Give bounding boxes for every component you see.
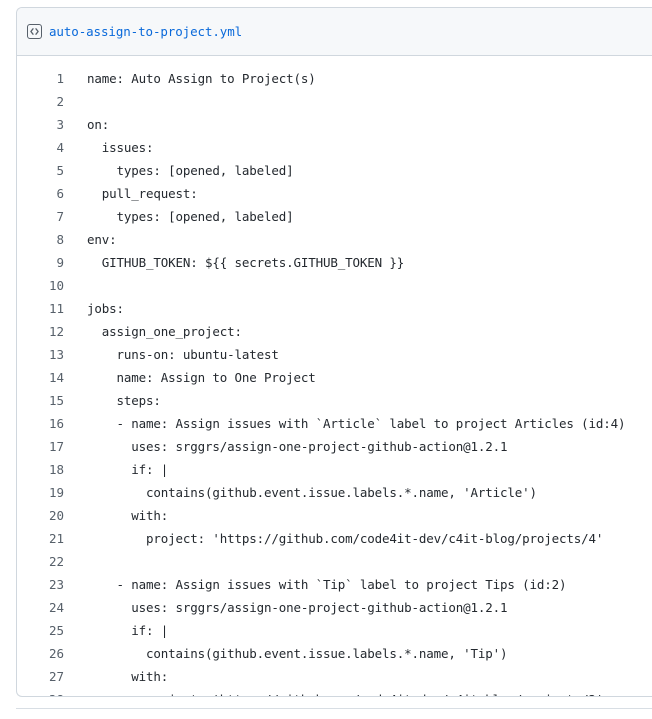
code-line: 13 runs-on: ubuntu-latest <box>17 343 652 366</box>
line-number[interactable]: 10 <box>17 278 64 293</box>
code-line: 9 GITHUB_TOKEN: ${{ secrets.GITHUB_TOKEN… <box>17 251 652 274</box>
code-line: 10 <box>17 274 652 297</box>
line-number[interactable]: 1 <box>17 71 64 86</box>
line-number[interactable]: 22 <box>17 554 64 569</box>
line-code: pull_request: <box>87 186 198 201</box>
line-code: types: [opened, labeled] <box>87 209 294 224</box>
line-number[interactable]: 28 <box>17 692 64 696</box>
line-code: GITHUB_TOKEN: ${{ secrets.GITHUB_TOKEN }… <box>87 255 405 270</box>
line-number[interactable]: 2 <box>17 94 64 109</box>
code-line: 3 on: <box>17 113 652 136</box>
line-number[interactable]: 11 <box>17 301 64 316</box>
line-number[interactable]: 27 <box>17 669 64 684</box>
code-line: 24 uses: srggrs/assign-one-project-githu… <box>17 596 652 619</box>
code-line: 25 if: | <box>17 619 652 642</box>
line-code: runs-on: ubuntu-latest <box>87 347 279 362</box>
line-code: name: Auto Assign to Project(s) <box>87 71 316 86</box>
line-code: uses: srggrs/assign-one-project-github-a… <box>87 439 508 454</box>
line-number[interactable]: 23 <box>17 577 64 592</box>
code-line: 7 types: [opened, labeled] <box>17 205 652 228</box>
code-line: 21 project: 'https://github.com/code4it-… <box>17 527 652 550</box>
line-code: with: <box>87 508 169 523</box>
line-number[interactable]: 20 <box>17 508 64 523</box>
code-line: 1 name: Auto Assign to Project(s) <box>17 67 652 90</box>
file-viewer: auto-assign-to-project.yml 1 name: Auto A… <box>16 7 652 697</box>
line-code: name: Assign to One Project <box>87 370 316 385</box>
code-line: 11 jobs: <box>17 297 652 320</box>
file-header: auto-assign-to-project.yml <box>17 8 652 56</box>
line-number[interactable]: 3 <box>17 117 64 132</box>
line-number[interactable]: 17 <box>17 439 64 454</box>
code-line: 23 - name: Assign issues with `Tip` labe… <box>17 573 652 596</box>
code-line: 20 with: <box>17 504 652 527</box>
code-line: 5 types: [opened, labeled] <box>17 159 652 182</box>
line-code: - name: Assign issues with `Tip` label t… <box>87 577 567 592</box>
code-file-icon <box>27 24 42 39</box>
line-number[interactable]: 26 <box>17 646 64 661</box>
line-code: if: | <box>87 623 169 638</box>
line-number[interactable]: 8 <box>17 232 64 247</box>
line-code: with: <box>87 669 169 684</box>
code-line: 27 with: <box>17 665 652 688</box>
line-code: - name: Assign issues with `Article` lab… <box>87 416 626 431</box>
line-number[interactable]: 9 <box>17 255 64 270</box>
line-code: jobs: <box>87 301 124 316</box>
line-number[interactable]: 7 <box>17 209 64 224</box>
code-line: 22 <box>17 550 652 573</box>
line-number[interactable]: 19 <box>17 485 64 500</box>
line-number[interactable]: 13 <box>17 347 64 362</box>
line-code: types: [opened, labeled] <box>87 163 294 178</box>
code-line: 14 name: Assign to One Project <box>17 366 652 389</box>
line-code: project: 'https://github.com/code4it-dev… <box>64 692 603 696</box>
line-code: assign_one_project: <box>87 324 242 339</box>
line-code: contains(github.event.issue.labels.*.nam… <box>87 646 508 661</box>
code-line: 2 <box>17 90 652 113</box>
line-number[interactable]: 14 <box>17 370 64 385</box>
code-line: 26 contains(github.event.issue.labels.*.… <box>17 642 652 665</box>
code-line: 8 env: <box>17 228 652 251</box>
line-code: on: <box>87 117 110 132</box>
code-line: 16 - name: Assign issues with `Article` … <box>17 412 652 435</box>
line-number[interactable]: 15 <box>17 393 64 408</box>
line-number[interactable]: 24 <box>17 600 64 615</box>
line-number[interactable]: 4 <box>17 140 64 155</box>
line-number[interactable]: 6 <box>17 186 64 201</box>
line-number[interactable]: 5 <box>17 163 64 178</box>
code-line: 17 uses: srggrs/assign-one-project-githu… <box>17 435 652 458</box>
code-body: 1 name: Auto Assign to Project(s) 2 3 on: 4 i… <box>17 56 652 696</box>
code-line: 15 steps: <box>17 389 652 412</box>
line-code: uses: srggrs/assign-one-project-github-a… <box>87 600 508 615</box>
code-line: 28 project: 'https://github.com/code4it-… <box>17 688 652 696</box>
code-line: 19 contains(github.event.issue.labels.*.… <box>17 481 652 504</box>
code-line: 4 issues: <box>17 136 652 159</box>
divider <box>16 708 652 709</box>
line-code: if: | <box>87 462 169 477</box>
code-line: 18 if: | <box>17 458 652 481</box>
line-number[interactable]: 12 <box>17 324 64 339</box>
file-name-link[interactable]: auto-assign-to-project.yml <box>49 24 242 39</box>
line-code: steps: <box>87 393 161 408</box>
line-code: env: <box>87 232 117 247</box>
line-number[interactable]: 21 <box>17 531 64 546</box>
line-number[interactable]: 18 <box>17 462 64 477</box>
line-code: contains(github.event.issue.labels.*.nam… <box>87 485 537 500</box>
line-code: project: 'https://github.com/code4it-dev… <box>87 531 604 546</box>
line-number[interactable]: 16 <box>17 416 64 431</box>
code-line: 6 pull_request: <box>17 182 652 205</box>
line-number[interactable]: 25 <box>17 623 64 638</box>
line-code: issues: <box>87 140 154 155</box>
code-line: 12 assign_one_project: <box>17 320 652 343</box>
